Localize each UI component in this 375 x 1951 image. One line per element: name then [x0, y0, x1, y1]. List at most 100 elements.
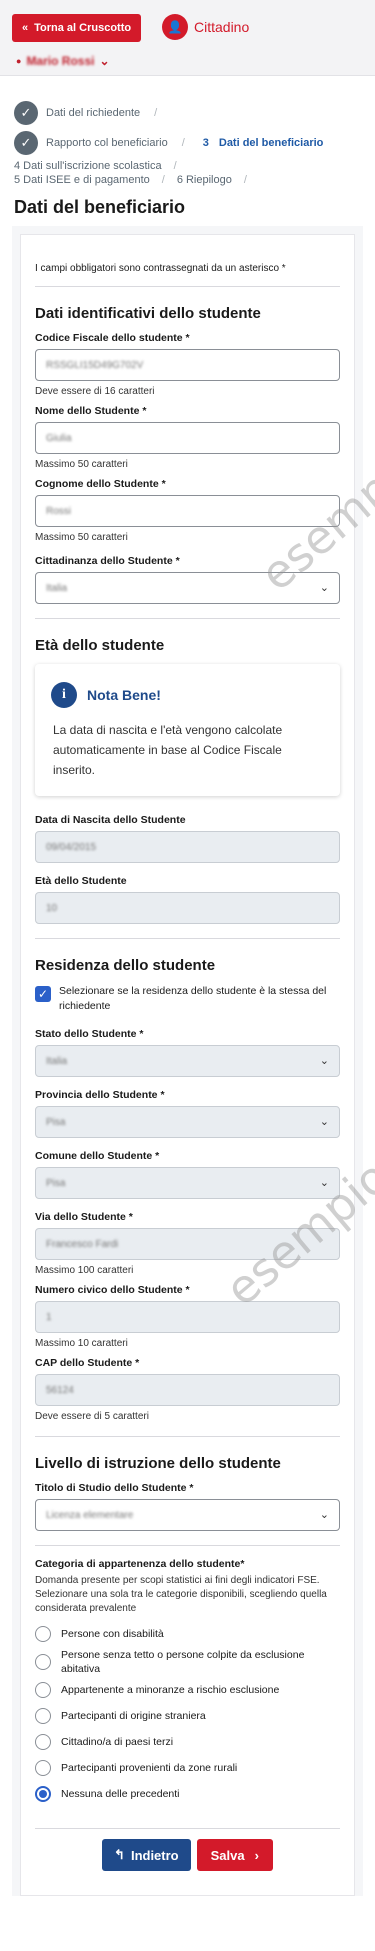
- categoria-option[interactable]: Partecipanti provenienti da zone rurali: [35, 1756, 340, 1780]
- radio-button[interactable]: [35, 1734, 51, 1750]
- titolo-label: Titolo di Studio dello Studente *: [35, 1482, 194, 1494]
- comune-value: Pisa: [46, 1177, 66, 1189]
- check-icon: ✓: [14, 101, 38, 125]
- step-separator: /: [181, 137, 185, 149]
- categoria-option[interactable]: Persone senza tetto o persone colpite da…: [35, 1648, 340, 1676]
- same-residence-checkbox[interactable]: ✓: [35, 986, 51, 1002]
- required-note: I campi obbligatori sono contrassegnati …: [35, 251, 340, 287]
- back-to-dashboard-button[interactable]: « Torna al Cruscotto: [12, 14, 142, 42]
- cf-field: Codice Fiscale dello studente * RSSGLI15…: [35, 332, 340, 397]
- cognome-field: Cognome dello Studente * Rossi Massimo 5…: [35, 478, 340, 543]
- section-istruzione-title: Livello di istruzione dello studente: [35, 1455, 281, 1472]
- role-indicator[interactable]: 👤 Cittadino: [162, 14, 249, 40]
- nome-field: Nome dello Studente * Giulia Massimo 50 …: [35, 405, 340, 470]
- prev-button[interactable]: ↰ Indietro: [102, 1839, 191, 1871]
- cf-value: RSSGLI15D49G702V: [46, 359, 144, 371]
- section-identificativi-title: Dati identificativi dello studente: [35, 305, 261, 322]
- back-to-dashboard-label: Torna al Cruscotto: [34, 22, 132, 34]
- cognome-hint: Massimo 50 caratteri: [35, 532, 128, 543]
- eta-label: Età dello Studente: [35, 875, 127, 887]
- chevron-down-icon: ⌄: [319, 1116, 329, 1128]
- divider: [35, 1436, 340, 1437]
- cognome-label: Cognome dello Studente *: [35, 478, 166, 490]
- section-residenza-title: Residenza dello studente: [35, 957, 216, 974]
- section-eta-title: Età dello studente: [35, 637, 165, 654]
- info-notice: i Nota Bene! La data di nascita e l'età …: [35, 664, 340, 796]
- cap-field: CAP dello Studente * 56124 Deve essere d…: [35, 1357, 340, 1422]
- titolo-field: Titolo di Studio dello Studente * Licenz…: [35, 1482, 340, 1531]
- radio-button[interactable]: [35, 1654, 51, 1670]
- radio-button[interactable]: [35, 1708, 51, 1724]
- step-6-label: 6 Riepilogo: [176, 174, 232, 186]
- stato-select: Italia ⌄: [35, 1045, 340, 1077]
- cittadinanza-select[interactable]: Italia ⌄: [35, 572, 340, 604]
- stato-field: Stato dello Studente * Italia ⌄: [35, 1028, 340, 1077]
- step-3-number: 3: [202, 137, 209, 149]
- comune-label: Comune dello Studente *: [35, 1150, 160, 1162]
- radio-button[interactable]: [35, 1626, 51, 1642]
- categoria-option-label: Partecipanti provenienti da zone rurali: [61, 1762, 238, 1774]
- categoria-option[interactable]: Nessuna delle precedenti: [35, 1782, 340, 1806]
- top-bar: « Torna al Cruscotto 👤 Cittadino ● Mario…: [0, 0, 375, 76]
- step-4-label: 4 Dati sull'iscrizione scolastica: [14, 160, 162, 172]
- divider: [35, 618, 340, 619]
- cap-value: 56124: [46, 1384, 74, 1396]
- step-separator: /: [154, 107, 158, 119]
- categoria-option-label: Nessuna delle precedenti: [61, 1788, 180, 1800]
- categoria-option[interactable]: Partecipanti di origine straniera: [35, 1704, 340, 1728]
- cap-hint: Deve essere di 5 caratteri: [35, 1411, 149, 1422]
- save-button[interactable]: Salva ›: [196, 1839, 273, 1871]
- cognome-input[interactable]: Rossi: [35, 495, 340, 527]
- provincia-select: Pisa ⌄: [35, 1106, 340, 1138]
- step-1-label: Dati del richiedente: [46, 107, 141, 119]
- categoria-option[interactable]: Persone con disabilità: [35, 1622, 340, 1646]
- cf-input[interactable]: RSSGLI15D49G702V: [35, 349, 340, 381]
- step-separator: /: [243, 174, 247, 186]
- categoria-option-label: Appartenente a minoranze a rischio esclu…: [61, 1684, 280, 1696]
- radio-button[interactable]: [35, 1760, 51, 1776]
- same-residence-checkbox-row[interactable]: ✓ Selezionare se la residenza dello stud…: [35, 984, 340, 1014]
- form-card: I campi obbligatori sono contrassegnati …: [20, 234, 355, 1896]
- chevron-right-icon: ›: [254, 1847, 259, 1863]
- cap-input: 56124: [35, 1374, 340, 1406]
- stato-value: Italia: [46, 1055, 68, 1067]
- nascita-label: Data di Nascita dello Studente: [35, 814, 186, 826]
- cf-hint: Deve essere di 16 caratteri: [35, 386, 155, 397]
- civico-hint: Massimo 10 caratteri: [35, 1338, 128, 1349]
- eta-input: 10: [35, 892, 340, 924]
- chevron-down-icon: ⌄: [99, 54, 110, 68]
- via-value: Francesco Fardi: [46, 1238, 119, 1250]
- categoria-option[interactable]: Appartenente a minoranze a rischio esclu…: [35, 1678, 340, 1702]
- notice-header: i Nota Bene!: [51, 682, 324, 708]
- categoria-desc: Domanda presente per scopi statistici ai…: [35, 1575, 327, 1614]
- step-1[interactable]: ✓ Dati del richiedente /: [14, 98, 361, 128]
- provincia-field: Provincia dello Studente * Pisa ⌄: [35, 1089, 340, 1138]
- step-2[interactable]: ✓ Rapporto col beneficiario / 3 Dati del…: [14, 128, 361, 158]
- titolo-value: Licenza elementare: [46, 1509, 134, 1521]
- form-actions: ↰ Indietro Salva ›: [35, 1828, 340, 1871]
- via-field: Via dello Studente * Francesco Fardi Mas…: [35, 1211, 340, 1276]
- nome-input[interactable]: Giulia: [35, 422, 340, 454]
- cf-label: Codice Fiscale dello studente *: [35, 332, 190, 344]
- categoria-option[interactable]: Cittadino/a di paesi terzi: [35, 1730, 340, 1754]
- nascita-value: 09/04/2015: [46, 841, 97, 853]
- categoria-title: Categoria di appartenenza dello studente…: [35, 1558, 245, 1570]
- radio-button[interactable]: [35, 1786, 51, 1802]
- divider: [35, 1545, 340, 1546]
- user-name: Mario Rossi: [26, 54, 95, 68]
- cittadinanza-label: Cittadinanza dello Studente *: [35, 555, 180, 567]
- nome-hint: Massimo 50 caratteri: [35, 459, 128, 470]
- titolo-select[interactable]: Licenza elementare ⌄: [35, 1499, 340, 1531]
- step-4: 4 Dati sull'iscrizione scolastica /: [14, 160, 361, 174]
- double-chevron-left-icon: «: [22, 22, 29, 34]
- stepper: ✓ Dati del richiedente / ✓ Rapporto col …: [0, 76, 375, 188]
- chevron-down-icon: ⌄: [319, 1509, 329, 1521]
- user-icon: ●: [16, 56, 22, 66]
- categoria-option-label: Persone senza tetto o persone colpite da…: [61, 1649, 305, 1675]
- civico-value: 1: [46, 1311, 52, 1323]
- stato-label: Stato dello Studente *: [35, 1028, 144, 1040]
- radio-button[interactable]: [35, 1682, 51, 1698]
- civico-input: 1: [35, 1301, 340, 1333]
- user-menu[interactable]: ● Mario Rossi ⌄: [16, 54, 110, 68]
